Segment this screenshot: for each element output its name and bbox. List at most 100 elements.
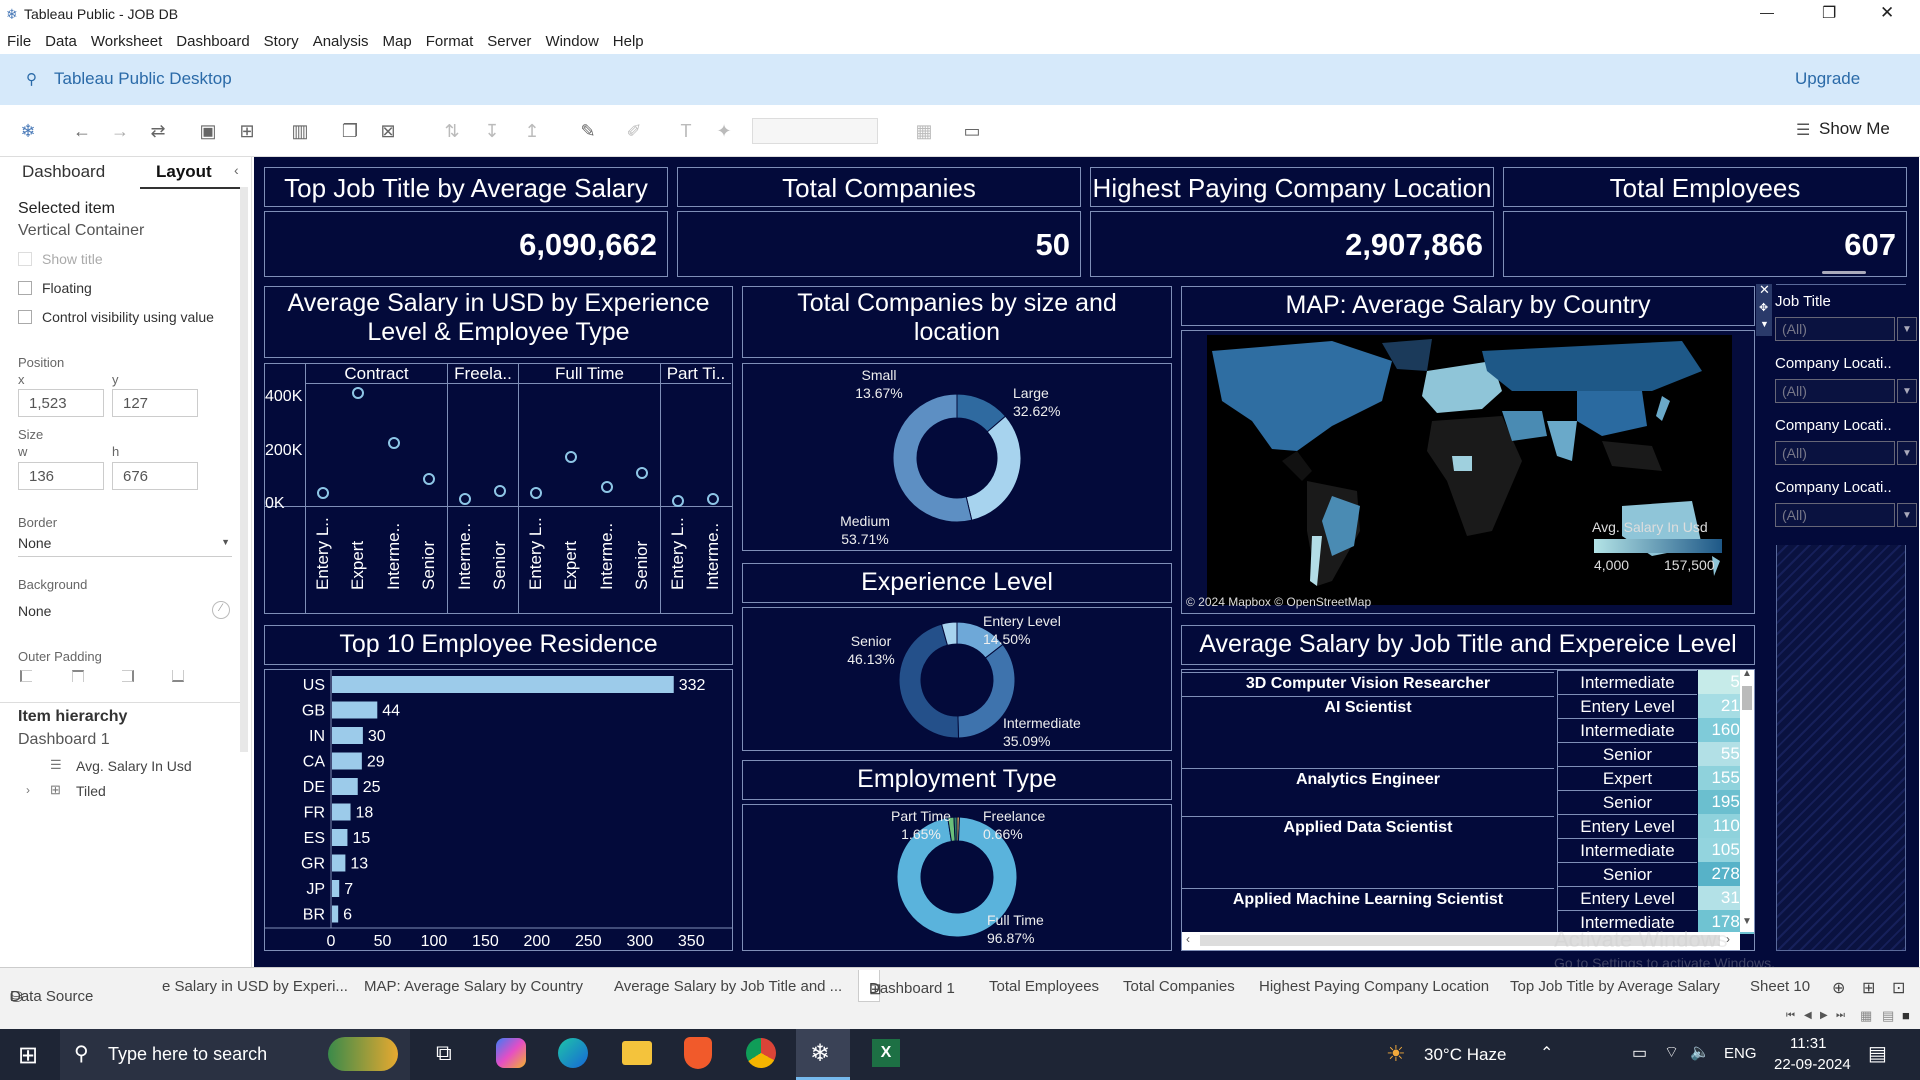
table-vscroll[interactable]: ▲ ▼ [1740,670,1754,932]
next-sheet-icon[interactable]: ▶ [1820,1010,1828,1021]
file-explorer-icon[interactable] [622,1041,652,1065]
filter-dropdown[interactable]: (All) [1775,317,1895,341]
scroll-left-icon[interactable]: ‹ [1186,932,1190,946]
scatter-point[interactable] [316,487,329,500]
donut-slice[interactable] [965,415,1022,521]
show-me-button[interactable]: Show Me [1819,119,1890,139]
bar[interactable] [332,778,358,795]
excel-icon[interactable]: X [872,1039,900,1067]
padding-bottom-icon[interactable] [172,670,184,682]
sort-desc-icon[interactable]: ↥ [520,119,544,143]
filter-dropdown[interactable]: (All) [1775,379,1895,403]
menu-data[interactable]: Data [38,30,84,50]
notifications-icon[interactable]: ▤ [1868,1041,1887,1066]
windows-start-icon[interactable]: ⊞ [18,1041,38,1070]
prev-sheet-icon[interactable]: ◀ [1804,1010,1812,1021]
map-attribution[interactable]: © 2024 Mapbox © OpenStreetMap [1186,595,1371,609]
tray-chevron-icon[interactable]: ⌃ [1540,1043,1553,1063]
bar[interactable] [332,676,674,693]
annotate-icon[interactable]: ✐ [622,119,646,143]
job-table[interactable]: 3D Computer Vision Researcher Intermediat… [1181,669,1755,951]
clear-sheet-icon[interactable]: ⊠ [376,119,400,143]
filter-dropdown[interactable]: (All) [1775,503,1895,527]
brave-icon[interactable] [684,1037,712,1069]
restore-button[interactable]: ❐ [1822,3,1836,23]
battery-icon[interactable]: ▭ [1632,1043,1647,1063]
scatter-point[interactable] [529,487,542,500]
control-visibility-checkbox[interactable] [18,310,32,324]
x-input[interactable]: 1,523 [18,389,104,417]
bar[interactable] [332,829,348,846]
chrome-icon[interactable] [746,1038,776,1068]
scatter-point[interactable] [458,492,471,505]
menu-server[interactable]: Server [480,30,538,50]
tab-top-job-title[interactable]: Top Job Title by Average Salary [1510,978,1720,995]
first-sheet-icon[interactable]: ⏮ [1786,1010,1795,1021]
tab-dashboard[interactable]: Dashboard [22,162,105,182]
redo-icon[interactable]: → [108,119,132,143]
weather-text[interactable]: 30°C Haze [1424,1045,1506,1065]
bar[interactable] [332,854,346,872]
save-icon[interactable]: ▣ [196,119,220,143]
news-widget-icon[interactable] [328,1037,398,1071]
add-datasource-icon[interactable]: ⊞ [235,119,259,143]
close-window-button[interactable]: ✕ [1880,3,1894,23]
border-dropdown[interactable]: None ▼ [18,535,232,557]
highlight-icon[interactable]: ✎ [576,119,600,143]
tabs-icon[interactable]: ■ [1902,1008,1910,1023]
new-dashboard-tab-icon[interactable]: ⊞ [1862,978,1875,998]
scatter-point[interactable] [494,485,507,498]
sheet-sorter-icon[interactable]: ▦ [1860,1008,1872,1024]
padding-top-icon[interactable] [72,670,84,682]
hierarchy-item-tiled[interactable]: Tiled [76,783,106,799]
menu-worksheet[interactable]: Worksheet [84,30,169,50]
undo-icon[interactable]: ← [70,119,94,143]
bar[interactable] [332,701,378,719]
copilot-icon[interactable] [496,1038,526,1068]
chevron-down-icon[interactable]: ▼ [1897,317,1917,341]
floating-checkbox[interactable] [18,281,32,295]
menu-file[interactable]: File [0,30,38,50]
h-input[interactable]: 676 [112,462,198,490]
minimize-button[interactable]: — [1760,4,1774,20]
tableau-task-icon[interactable]: ❄ [796,1029,850,1080]
tab-map[interactable]: MAP: Average Salary by Country [364,978,583,995]
last-sheet-icon[interactable]: ⏭ [1836,1010,1845,1021]
menu-help[interactable]: Help [606,30,651,50]
task-view-icon[interactable]: ⧉ [436,1040,452,1066]
experience-level-cell[interactable]: Intermediate [1557,718,1697,742]
experience-level-cell[interactable]: Senior [1557,742,1697,766]
experience-level-cell[interactable]: Intermediate [1557,670,1697,694]
tableau-logo-icon[interactable]: ❄ [16,119,40,143]
resize-handle[interactable] [1822,271,1866,274]
scatter-point[interactable] [565,450,578,463]
experience-level-cell[interactable]: Senior [1557,790,1697,814]
menu-map[interactable]: Map [376,30,419,50]
experience-level-cell[interactable]: Expert [1557,766,1697,790]
bar[interactable] [332,803,351,821]
new-worksheet-icon[interactable]: ▥ [288,119,312,143]
hierarchy-item-avg-salary[interactable]: Avg. Salary In Usd [76,758,192,774]
expand-chevron-icon[interactable]: › [26,783,30,797]
language-indicator[interactable]: ENG [1724,1045,1757,1062]
chevron-down-icon[interactable]: ▼ [1897,441,1917,465]
chevron-down-icon[interactable]: ▼ [1897,379,1917,403]
sort-asc-icon[interactable]: ↧ [480,119,504,143]
collapse-pane-icon[interactable]: ‹ [234,162,239,178]
bar[interactable] [332,727,363,744]
filter-dropdown[interactable]: (All) [1775,441,1895,465]
scatter-point[interactable] [600,481,613,494]
tab-salary-by-exp[interactable]: e Salary in USD by Experi... [162,978,348,995]
job-title-cell[interactable]: Analytics Engineer [1182,768,1554,816]
new-worksheet-tab-icon[interactable]: ⊕ [1832,978,1845,998]
clock-date[interactable]: 22-09-2024 [1774,1056,1851,1073]
filter-container[interactable]: Job Title (All) ▼ Company Locati.. (All) ▼ Com… [1767,284,1917,951]
experience-level-cell[interactable]: Entery Level [1557,886,1697,910]
show-title-checkbox[interactable] [18,252,32,266]
container-menu-icon[interactable]: ▼ [1760,319,1769,329]
tab-sheet-10[interactable]: Sheet 10 [1750,978,1810,995]
replay-icon[interactable]: ⇄ [146,119,170,143]
chevron-down-icon[interactable]: ▼ [1897,503,1917,527]
bar[interactable] [332,905,339,923]
weather-icon[interactable]: ☀ [1386,1041,1406,1067]
